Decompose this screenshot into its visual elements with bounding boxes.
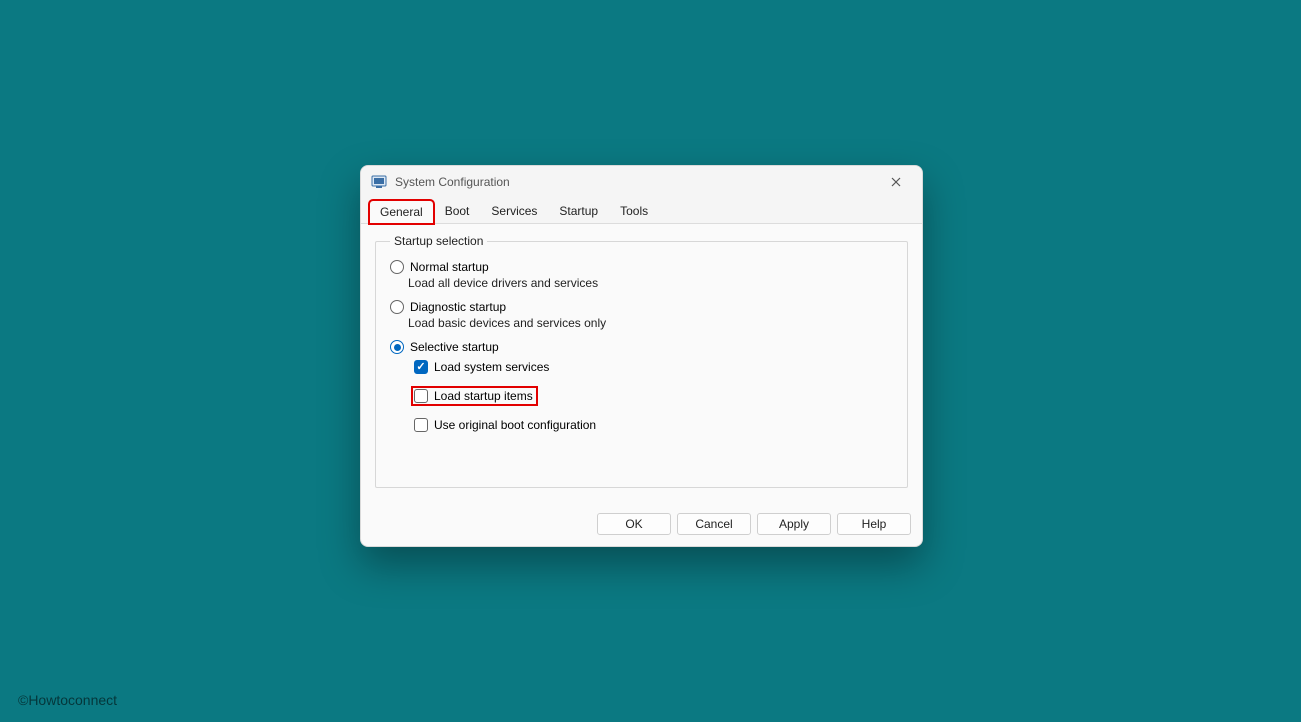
diagnostic-startup-desc: Load basic devices and services only bbox=[408, 316, 893, 330]
tab-general[interactable]: General bbox=[369, 200, 434, 224]
close-button[interactable] bbox=[874, 168, 918, 196]
radio-icon bbox=[390, 260, 404, 274]
radio-label: Diagnostic startup bbox=[410, 300, 506, 314]
checkbox-load-startup-items[interactable]: Load startup items bbox=[411, 386, 538, 406]
checkbox-icon bbox=[414, 389, 428, 403]
checkbox-label: Load startup items bbox=[434, 389, 533, 403]
normal-startup-desc: Load all device drivers and services bbox=[408, 276, 893, 290]
radio-label: Selective startup bbox=[410, 340, 499, 354]
checkbox-load-system-services[interactable]: Load system services bbox=[414, 360, 893, 374]
group-legend: Startup selection bbox=[390, 234, 487, 248]
apply-button[interactable]: Apply bbox=[757, 513, 831, 535]
help-button[interactable]: Help bbox=[837, 513, 911, 535]
selective-suboptions: Load system services Load startup items … bbox=[414, 360, 893, 432]
app-icon bbox=[371, 174, 387, 190]
radio-diagnostic-startup[interactable]: Diagnostic startup bbox=[390, 300, 893, 314]
ok-button[interactable]: OK bbox=[597, 513, 671, 535]
titlebar: System Configuration bbox=[361, 166, 922, 198]
close-icon bbox=[891, 177, 901, 187]
window-title: System Configuration bbox=[395, 175, 510, 189]
dialog-buttons: OK Cancel Apply Help bbox=[361, 501, 922, 546]
radio-icon bbox=[390, 300, 404, 314]
checkbox-icon bbox=[414, 418, 428, 432]
startup-selection-group: Startup selection Normal startup Load al… bbox=[375, 234, 908, 488]
checkbox-label: Use original boot configuration bbox=[434, 418, 596, 432]
radio-icon bbox=[390, 340, 404, 354]
tab-startup[interactable]: Startup bbox=[548, 199, 609, 223]
cancel-button[interactable]: Cancel bbox=[677, 513, 751, 535]
tab-strip: General Boot Services Startup Tools bbox=[361, 198, 922, 224]
checkbox-icon bbox=[414, 360, 428, 374]
radio-selective-startup[interactable]: Selective startup bbox=[390, 340, 893, 354]
tab-content: Startup selection Normal startup Load al… bbox=[361, 224, 922, 501]
radio-normal-startup[interactable]: Normal startup bbox=[390, 260, 893, 274]
checkbox-use-original-boot[interactable]: Use original boot configuration bbox=[414, 418, 893, 432]
tab-tools[interactable]: Tools bbox=[609, 199, 659, 223]
watermark: ©Howtoconnect bbox=[18, 692, 117, 708]
system-configuration-dialog: System Configuration General Boot Servic… bbox=[360, 165, 923, 547]
checkbox-label: Load system services bbox=[434, 360, 549, 374]
tab-boot[interactable]: Boot bbox=[434, 199, 481, 223]
radio-label: Normal startup bbox=[410, 260, 489, 274]
tab-services[interactable]: Services bbox=[480, 199, 548, 223]
